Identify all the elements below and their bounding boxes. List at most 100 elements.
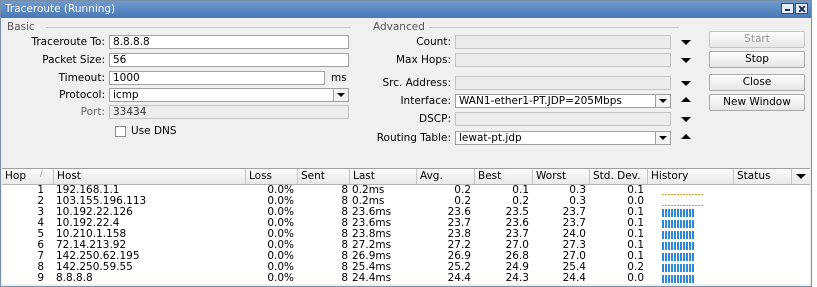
history-bar (692, 220, 694, 228)
close-button[interactable]: Close (709, 74, 805, 91)
history-bar (680, 194, 682, 195)
packet-size-label: Packet Size: (42, 54, 105, 66)
traceroute-to-label: Traceroute To: (31, 36, 105, 48)
routing-table-dropdown-icon[interactable] (655, 132, 670, 144)
col-loss[interactable]: Loss (246, 169, 298, 184)
count-input[interactable] (455, 35, 671, 49)
cell-avg: 23.6 (447, 207, 471, 218)
col-host[interactable]: Host (54, 169, 246, 184)
table-row[interactable]: 1 192.168.1.1 0.0% 8 0.2ms 0.2 0.1 0.3 0.1 (2, 185, 810, 196)
timeout-input[interactable]: 1000 (109, 71, 325, 85)
cell-avg: 0.2 (454, 196, 471, 207)
cell-last: 23.6ms (352, 207, 392, 218)
history-bar (683, 209, 685, 217)
cell-sent: 8 (341, 185, 348, 196)
minimize-button[interactable] (781, 3, 794, 14)
col-best[interactable]: Best (475, 169, 533, 184)
max-hops-input[interactable] (455, 53, 671, 67)
table-row[interactable]: 7 142.250.62.195 0.0% 8 26.9ms 26.9 26.8 27.0 0.… (2, 251, 810, 262)
history-bar (665, 275, 667, 283)
cell-sent: 8 (341, 207, 348, 218)
col-sent[interactable]: Sent (298, 169, 350, 184)
history-sparkline (662, 198, 703, 206)
history-bar (677, 220, 679, 228)
cell-hop: 9 (37, 273, 44, 284)
traceroute-window: Traceroute (Running) Basic Traceroute To… (0, 0, 812, 287)
history-bar (674, 264, 676, 272)
table-row[interactable]: 2 103.155.196.113 0.0% 8 0.2ms 0.2 0.2 0.3 0.0 (2, 196, 810, 207)
history-bar (683, 275, 685, 283)
col-last[interactable]: Last (350, 169, 417, 184)
routing-table-collapse-icon[interactable] (681, 134, 691, 139)
table-row[interactable]: 6 72.14.213.92 0.0% 8 27.2ms 27.2 27.0 27.3 0.1 (2, 240, 810, 251)
history-bar (677, 194, 679, 195)
cell-std-dev: 0.0 (627, 273, 644, 284)
stop-button[interactable]: Stop (709, 51, 805, 68)
table-row[interactable]: 8 142.250.59.55 0.0% 8 25.4ms 25.2 24.9 25.4 0.2 (2, 262, 810, 273)
use-dns-checkbox[interactable] (115, 126, 126, 137)
history-bar (662, 231, 664, 239)
history-bar (695, 205, 697, 206)
col-std-dev[interactable]: Std. Dev. (590, 169, 648, 184)
count-expand-icon[interactable] (681, 40, 691, 45)
history-bar (665, 220, 667, 228)
col-hop[interactable]: Hop (2, 169, 54, 184)
col-history[interactable]: History (648, 169, 734, 184)
cell-worst: 0.3 (569, 196, 586, 207)
history-bar (662, 275, 664, 283)
start-button[interactable]: Start (709, 31, 805, 48)
packet-size-input[interactable]: 56 (109, 53, 349, 67)
cell-avg: 23.8 (447, 229, 471, 240)
history-bar (671, 275, 673, 283)
history-bar (692, 209, 694, 217)
table-row[interactable]: 9 8.8.8.8 0.0% 8 24.4ms 24.4 24.3 24.4 0.0 (2, 273, 810, 284)
history-bar (668, 209, 670, 217)
interface-dropdown-icon[interactable] (655, 95, 670, 107)
title-bar[interactable]: Traceroute (Running) (1, 1, 811, 18)
column-menu-button[interactable] (792, 169, 810, 184)
col-avg[interactable]: Avg. (417, 169, 475, 184)
max-hops-expand-icon[interactable] (681, 58, 691, 63)
cell-std-dev: 0.1 (627, 207, 644, 218)
history-bar (677, 242, 679, 250)
port-input[interactable]: 33434 (109, 105, 349, 119)
history-bar (683, 205, 685, 206)
history-bar (665, 253, 667, 261)
routing-table-label: Routing Table: (376, 132, 451, 144)
advanced-group-divider (429, 27, 679, 28)
history-bar (674, 242, 676, 250)
history-bar (689, 253, 691, 261)
traceroute-to-input[interactable]: 8.8.8.8 (109, 35, 349, 49)
history-bar (662, 220, 664, 228)
cell-host: 142.250.62.195 (56, 251, 140, 262)
src-address-input[interactable] (455, 76, 671, 90)
history-bar (662, 264, 664, 272)
cell-std-dev: 0.1 (627, 185, 644, 196)
src-address-expand-icon[interactable] (681, 81, 691, 86)
cell-best: 23.5 (505, 207, 529, 218)
history-bar (668, 205, 670, 206)
close-window-button[interactable] (795, 3, 808, 14)
history-bar (674, 194, 676, 195)
cell-std-dev: 0.1 (627, 251, 644, 262)
col-status[interactable]: Status (734, 169, 792, 184)
interface-select[interactable]: WAN1-ether1-PT.JDP=205Mbps (455, 94, 671, 108)
cell-sent: 8 (341, 196, 348, 207)
col-worst[interactable]: Worst (533, 169, 590, 184)
dscp-input[interactable] (455, 112, 671, 126)
table-row[interactable]: 4 10.192.22.4 0.0% 8 23.6ms 23.7 23.6 23.7 0.1 (2, 218, 810, 229)
cell-last: 23.6ms (352, 218, 392, 229)
table-row[interactable]: 3 10.192.22.126 0.0% 8 23.6ms 23.6 23.5 23.7 0.1 (2, 207, 810, 218)
cell-best: 24.9 (505, 262, 529, 273)
routing-table-select[interactable]: lewat-pt.jdp (455, 131, 671, 145)
dscp-expand-icon[interactable] (681, 117, 691, 122)
interface-collapse-icon[interactable] (681, 97, 691, 102)
table-row[interactable]: 5 10.210.1.158 0.0% 8 23.8ms 23.8 23.7 24.0 0.1 (2, 229, 810, 240)
history-bar (671, 231, 673, 239)
cell-avg: 24.4 (447, 273, 471, 284)
cell-worst: 24.0 (562, 229, 586, 240)
protocol-dropdown-icon[interactable] (333, 89, 348, 101)
history-bar (689, 242, 691, 250)
protocol-select[interactable]: icmp (109, 88, 349, 102)
new-window-button[interactable]: New Window (709, 94, 805, 111)
